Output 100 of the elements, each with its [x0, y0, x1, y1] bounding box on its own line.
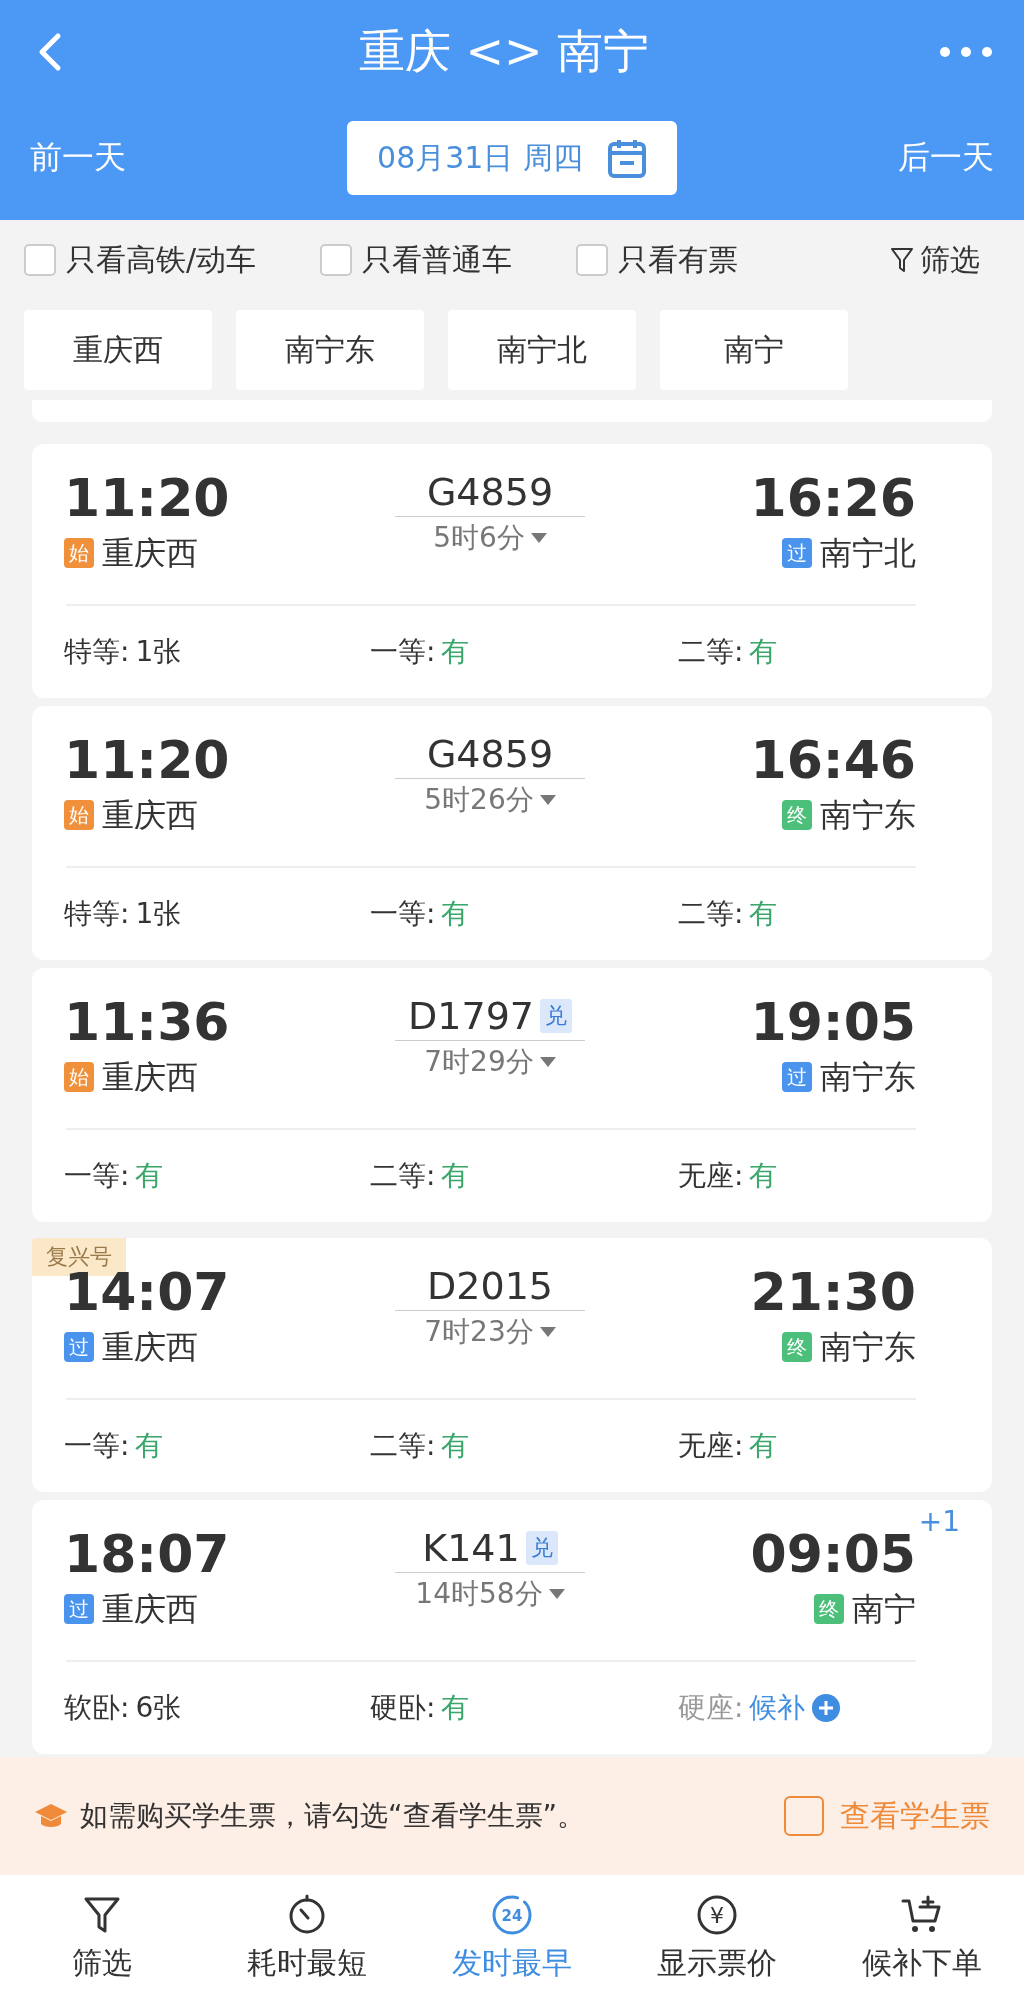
seat-class: 特等:	[64, 634, 130, 670]
graduation-cap-icon	[34, 1802, 68, 1830]
station-badge: 终	[782, 1332, 812, 1362]
arrival-station: 南宁东	[820, 795, 916, 836]
departure-time: 11:20	[64, 729, 230, 792]
seat-availability: 有	[749, 896, 778, 932]
checkbox[interactable]	[24, 244, 56, 276]
tab-bar-item[interactable]: ¥ 显示票价	[614, 1875, 820, 2002]
checkbox[interactable]	[576, 244, 609, 276]
tab-bar-item[interactable]: 耗时最短	[204, 1875, 410, 2002]
train-number: K141	[422, 1526, 520, 1570]
departure-time: 11:20	[64, 467, 230, 530]
departure-time: 18:07	[64, 1523, 230, 1586]
student-ticket-notice: 如需购买学生票，请勾选“查看学生票”。	[80, 1798, 586, 1834]
seat-availability: 1张	[135, 634, 182, 670]
train-number: D1797	[408, 994, 534, 1038]
seat-availability: 有	[441, 1428, 470, 1464]
add-icon[interactable]	[811, 1693, 842, 1723]
seat-availability: 有	[749, 1428, 778, 1464]
station-chip[interactable]: 重庆西	[24, 310, 212, 390]
train-card[interactable]: 11:20 始 重庆西 G4859 5时26分 16:46 终 南宁东 特等: 1张 一等: 有 二等: 有	[32, 706, 992, 960]
seat-class: 硬卧:	[370, 1690, 436, 1726]
filter-icon	[890, 246, 914, 274]
seat-availability: 有	[749, 1158, 778, 1194]
seat-class: 二等:	[370, 1428, 436, 1464]
seat-availability: 1张	[135, 896, 182, 932]
arrival-time: 19:05	[750, 991, 916, 1054]
caret-icon	[548, 1589, 565, 1599]
duration-toggle[interactable]: 7时23分	[424, 1311, 556, 1353]
tab-bar-item[interactable]: 筛选	[0, 1875, 205, 2002]
seat-availability: 有	[135, 1428, 164, 1464]
arrival-time: 16:26	[750, 467, 916, 530]
arrival-station: 南宁东	[820, 1057, 916, 1098]
caret-icon	[530, 533, 547, 543]
seat-availability: 有	[135, 1158, 164, 1194]
more-button[interactable]	[938, 45, 994, 59]
checkbox[interactable]	[320, 244, 353, 276]
station-badge: 始	[64, 1062, 94, 1092]
departure-station: 重庆西	[102, 1327, 198, 1368]
arrival-station: 南宁北	[820, 533, 916, 574]
next-day-mark: +1	[918, 1508, 960, 1536]
calendar-icon	[606, 137, 647, 179]
departure-station: 重庆西	[102, 1057, 198, 1098]
seat-class: 无座:	[678, 1158, 744, 1194]
station-badge: 始	[64, 538, 94, 568]
seat-class: 无座:	[678, 1428, 744, 1464]
station-badge: 过	[64, 1332, 94, 1362]
arrival-time: 21:30	[750, 1261, 916, 1324]
checkbox-label: 只看普通车	[362, 240, 513, 279]
station-badge: 终	[782, 800, 812, 830]
departure-time: 11:36	[64, 991, 230, 1054]
seat-class: 一等:	[64, 1158, 130, 1194]
seat-availability: 有	[441, 1690, 470, 1726]
station-badge: 过	[782, 538, 812, 568]
station-badge: 过	[64, 1594, 94, 1624]
seat-class: 二等:	[678, 634, 744, 670]
duration-toggle[interactable]: 14时58分	[415, 1573, 565, 1615]
exchange-tag: 兑	[525, 1531, 558, 1565]
seat-availability: 候补	[749, 1690, 806, 1726]
seat-availability: 有	[749, 634, 778, 670]
arrival-station: 南宁东	[820, 1327, 916, 1368]
seat-class: 一等:	[370, 896, 436, 932]
seat-availability: 有	[441, 634, 470, 670]
train-number: D2015	[427, 1264, 553, 1308]
station-badge: 终	[814, 1594, 844, 1624]
arrival-time: 16:46	[750, 729, 916, 792]
seat-class: 二等:	[678, 896, 744, 932]
station-chip[interactable]: 南宁	[660, 310, 848, 390]
duration-toggle[interactable]: 5时6分	[433, 517, 547, 559]
station-badge: 过	[782, 1062, 812, 1092]
exchange-tag: 兑	[540, 999, 572, 1033]
seat-class: 特等:	[64, 896, 130, 932]
departure-station: 重庆西	[102, 795, 198, 836]
caret-icon	[539, 1057, 556, 1067]
seat-class: 硬座:	[678, 1690, 744, 1726]
clock-icon: 24	[490, 1893, 534, 1937]
train-card[interactable]: 11:20 始 重庆西 G4859 5时6分 16:26 过 南宁北 特等: 1张 一等: 有 二等: 有	[32, 444, 992, 698]
checkbox-label: 只看高铁/动车	[66, 240, 257, 279]
caret-icon	[539, 795, 556, 805]
checkbox[interactable]	[784, 1796, 824, 1836]
station-chip[interactable]: 南宁东	[236, 310, 424, 390]
tab-bar-item[interactable]: 候补下单	[819, 1875, 1024, 2002]
seat-availability: 有	[441, 896, 470, 932]
seat-class: 一等:	[370, 634, 436, 670]
arrival-station: 南宁	[852, 1589, 916, 1630]
station-badge: 始	[64, 800, 94, 830]
seat-availability: 有	[441, 1158, 470, 1194]
filter-button[interactable]: 筛选	[890, 239, 980, 281]
checkbox-label: 只看有票	[618, 240, 739, 279]
train-number: G4859	[426, 470, 554, 514]
duration-toggle[interactable]: 5时26分	[424, 779, 556, 821]
route-title: 重庆 <> 南宁	[358, 23, 650, 80]
duration-toggle[interactable]: 7时29分	[424, 1041, 556, 1083]
checkbox-label: 查看学生票	[840, 1796, 990, 1835]
train-card[interactable]: 11:36 始 重庆西 D1797 兑 7时29分 19:05 过 南宁东 一等: 有 二等: 有 无座: 有	[32, 968, 992, 1222]
caret-icon	[539, 1327, 556, 1337]
station-chip[interactable]: 南宁北	[448, 310, 636, 390]
seat-class: 二等:	[370, 1158, 436, 1194]
departure-station: 重庆西	[102, 533, 198, 574]
seat-class: 一等:	[64, 1428, 130, 1464]
